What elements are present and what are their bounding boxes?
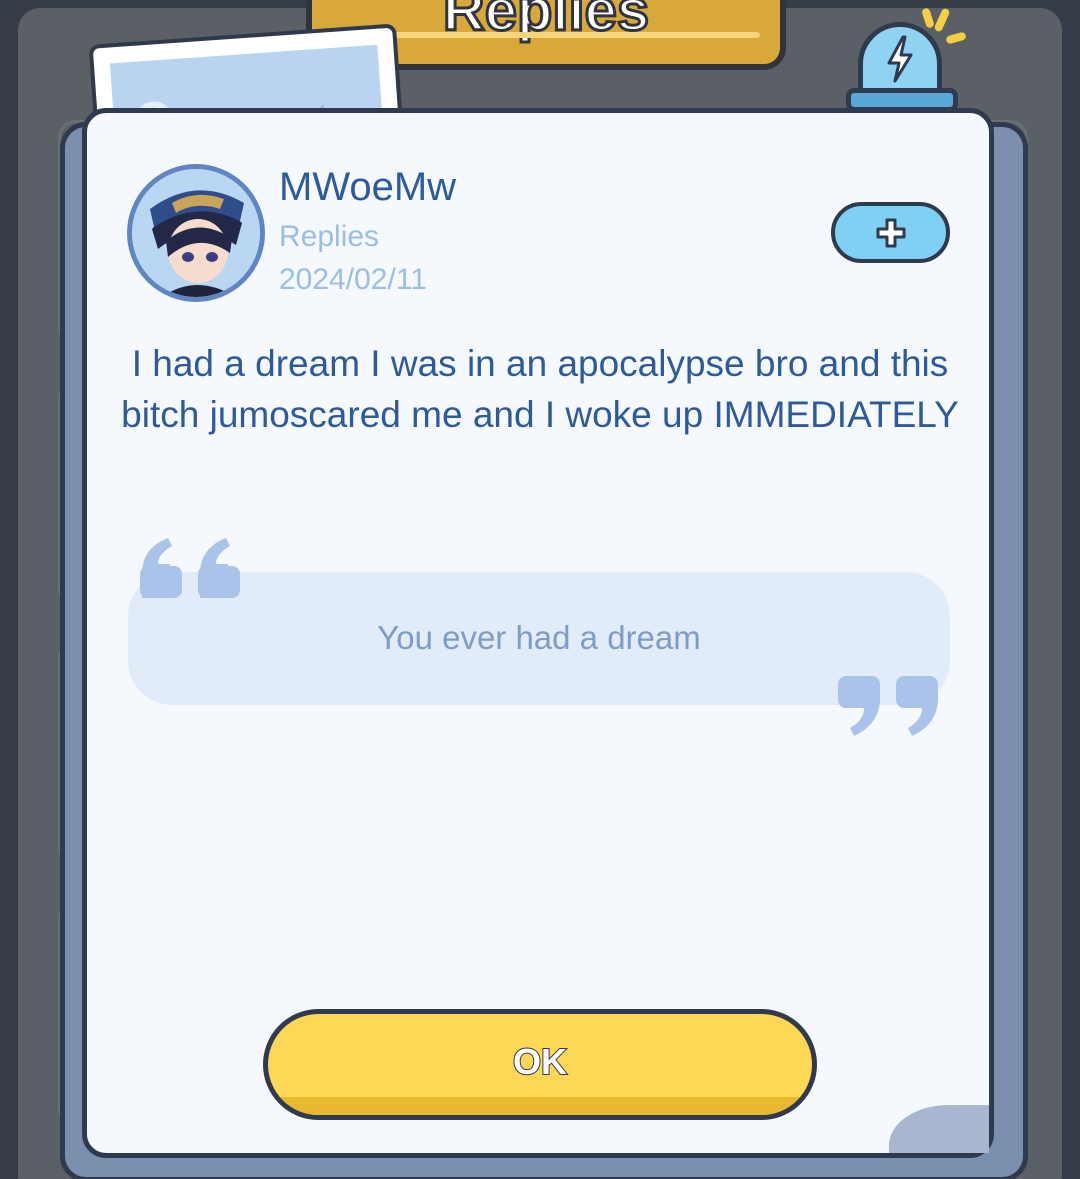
ok-button-shade	[268, 1097, 812, 1115]
avatar[interactable]	[127, 164, 265, 302]
add-button[interactable]	[831, 202, 950, 263]
ok-button[interactable]: OK	[263, 1009, 817, 1120]
reply-type-label: Replies	[279, 220, 380, 253]
siren-base	[846, 88, 958, 112]
username: MWoeMw	[279, 165, 457, 209]
replies-dialog-screen: Replies MWoeMw Replies 2024/02/11 I had …	[0, 0, 1080, 1179]
post-date: 2024/02/11	[279, 263, 427, 296]
quoted-post-box: You ever had a dream	[128, 572, 950, 705]
ok-button-label: OK	[512, 1041, 568, 1083]
reply-message: I had a dream I was in an apocalypse bro…	[121, 343, 959, 435]
siren-lightning-icon	[846, 7, 967, 118]
siren-dome	[858, 22, 942, 94]
quote-close-icon	[838, 676, 938, 736]
quoted-text: You ever had a dream	[377, 619, 701, 656]
page-curl	[889, 1105, 989, 1153]
plus-icon	[876, 218, 906, 248]
quote-open-icon	[140, 538, 240, 598]
